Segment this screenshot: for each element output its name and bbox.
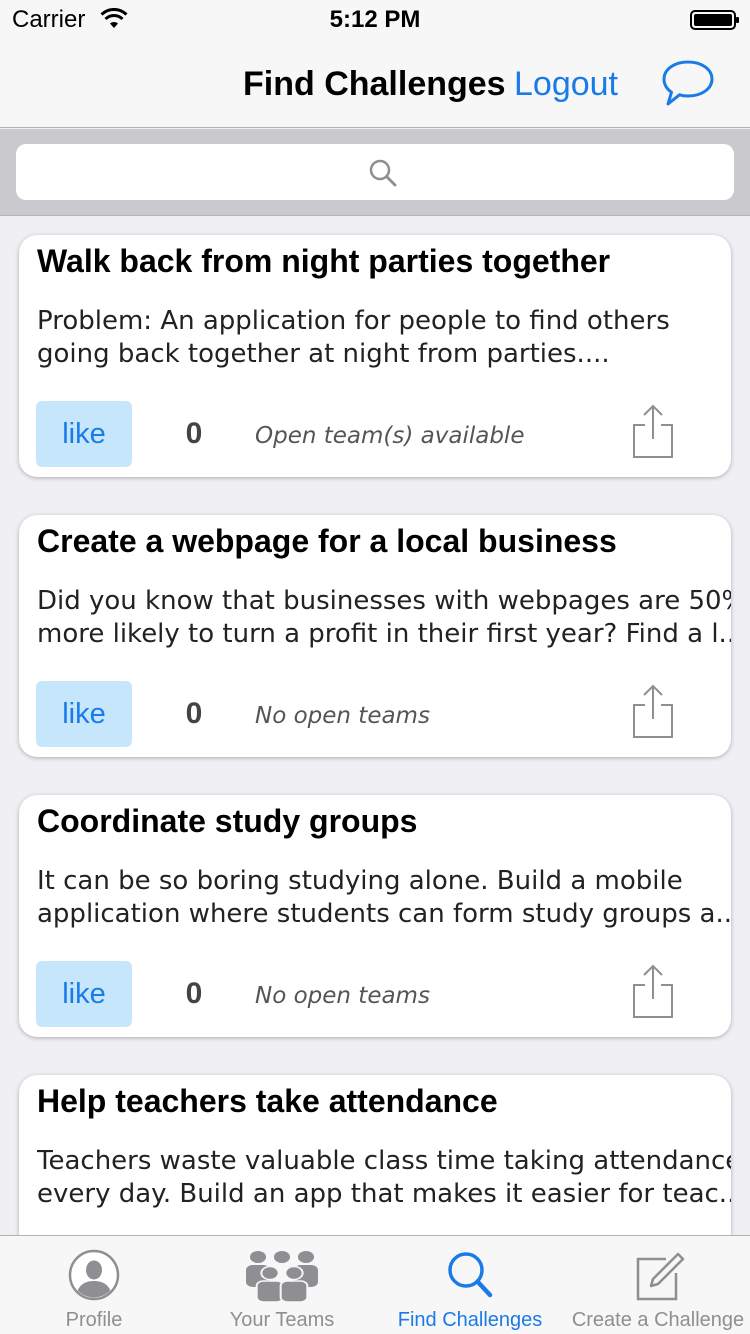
description-line: Did you know that businesses with webpag… xyxy=(37,586,731,616)
description-line: Problem: An application for people to fi… xyxy=(37,306,670,336)
team-status: Open team(s) available xyxy=(255,423,525,449)
like-count: 0 xyxy=(185,417,203,450)
tab-find-challenges[interactable]: Find Challenges xyxy=(376,1236,564,1334)
challenge-card[interactable]: Coordinate study groups It can be so bor… xyxy=(19,795,731,1037)
challenge-title: Coordinate study groups xyxy=(37,803,418,839)
share-icon[interactable] xyxy=(629,963,677,1021)
challenge-description: It can be so boring studying alone. Buil… xyxy=(37,865,731,931)
description-line: Teachers waste valuable class time takin… xyxy=(37,1146,731,1176)
challenge-description: Teachers waste valuable class time takin… xyxy=(37,1145,731,1211)
challenge-description: Problem: An application for people to fi… xyxy=(37,305,731,371)
description-line: every day. Build an app that makes it ea… xyxy=(37,1179,731,1209)
search-icon xyxy=(448,1252,493,1298)
like-count: 0 xyxy=(185,697,203,730)
description-line: application where students can form stud… xyxy=(37,899,731,929)
compose-icon xyxy=(636,1252,685,1301)
like-button[interactable]: like xyxy=(36,681,132,747)
search-input[interactable] xyxy=(16,144,734,200)
challenge-title: Help teachers take attendance xyxy=(37,1083,498,1119)
profile-icon xyxy=(68,1249,120,1301)
navigation-bar: Find Challenges Logout xyxy=(0,40,750,128)
challenge-card[interactable]: Help teachers take attendance Teachers w… xyxy=(19,1075,731,1235)
like-count: 0 xyxy=(185,977,203,1010)
challenge-description: Did you know that businesses with webpag… xyxy=(37,585,731,651)
tab-create-challenge[interactable]: Create a Challenge xyxy=(564,1236,750,1334)
tab-bar: Profile Your Teams Find Challenges Creat… xyxy=(0,1235,750,1334)
challenge-card[interactable]: Create a webpage for a local business Di… xyxy=(19,515,731,757)
challenge-card[interactable]: Walk back from night parties together Pr… xyxy=(19,235,731,477)
description-line: It can be so boring studying alone. Buil… xyxy=(37,866,683,896)
like-button[interactable]: like xyxy=(36,961,132,1027)
page-title: Find Challenges xyxy=(243,65,506,103)
tab-your-teams[interactable]: Your Teams xyxy=(188,1236,376,1334)
description-line: going back together at night from partie… xyxy=(37,339,610,369)
share-icon[interactable] xyxy=(629,403,677,461)
team-status: No open teams xyxy=(255,703,430,729)
share-icon[interactable] xyxy=(629,683,677,741)
team-status: No open teams xyxy=(255,983,430,1009)
status-time: 5:12 PM xyxy=(329,6,421,33)
search-icon xyxy=(369,159,397,187)
logout-button[interactable]: Logout xyxy=(514,64,618,104)
chat-bubble-icon[interactable] xyxy=(660,56,716,112)
status-bar: Carrier 5:12 PM xyxy=(0,0,750,40)
search-bar xyxy=(0,129,750,216)
tab-label: Your Teams xyxy=(229,1309,335,1331)
challenge-title: Walk back from night parties together xyxy=(37,243,611,279)
tab-label: Create a Challenge xyxy=(571,1309,745,1331)
teams-icon xyxy=(246,1251,318,1303)
tab-label: Profile xyxy=(65,1309,123,1331)
battery-icon xyxy=(690,10,739,30)
challenge-title: Create a webpage for a local business xyxy=(37,523,617,559)
challenge-list[interactable]: Walk back from night parties together Pr… xyxy=(0,217,750,1235)
description-line: more likely to turn a profit in their fi… xyxy=(37,619,731,649)
tab-label: Find Challenges xyxy=(397,1309,543,1331)
like-button[interactable]: like xyxy=(36,401,132,467)
tab-profile[interactable]: Profile xyxy=(0,1236,188,1334)
